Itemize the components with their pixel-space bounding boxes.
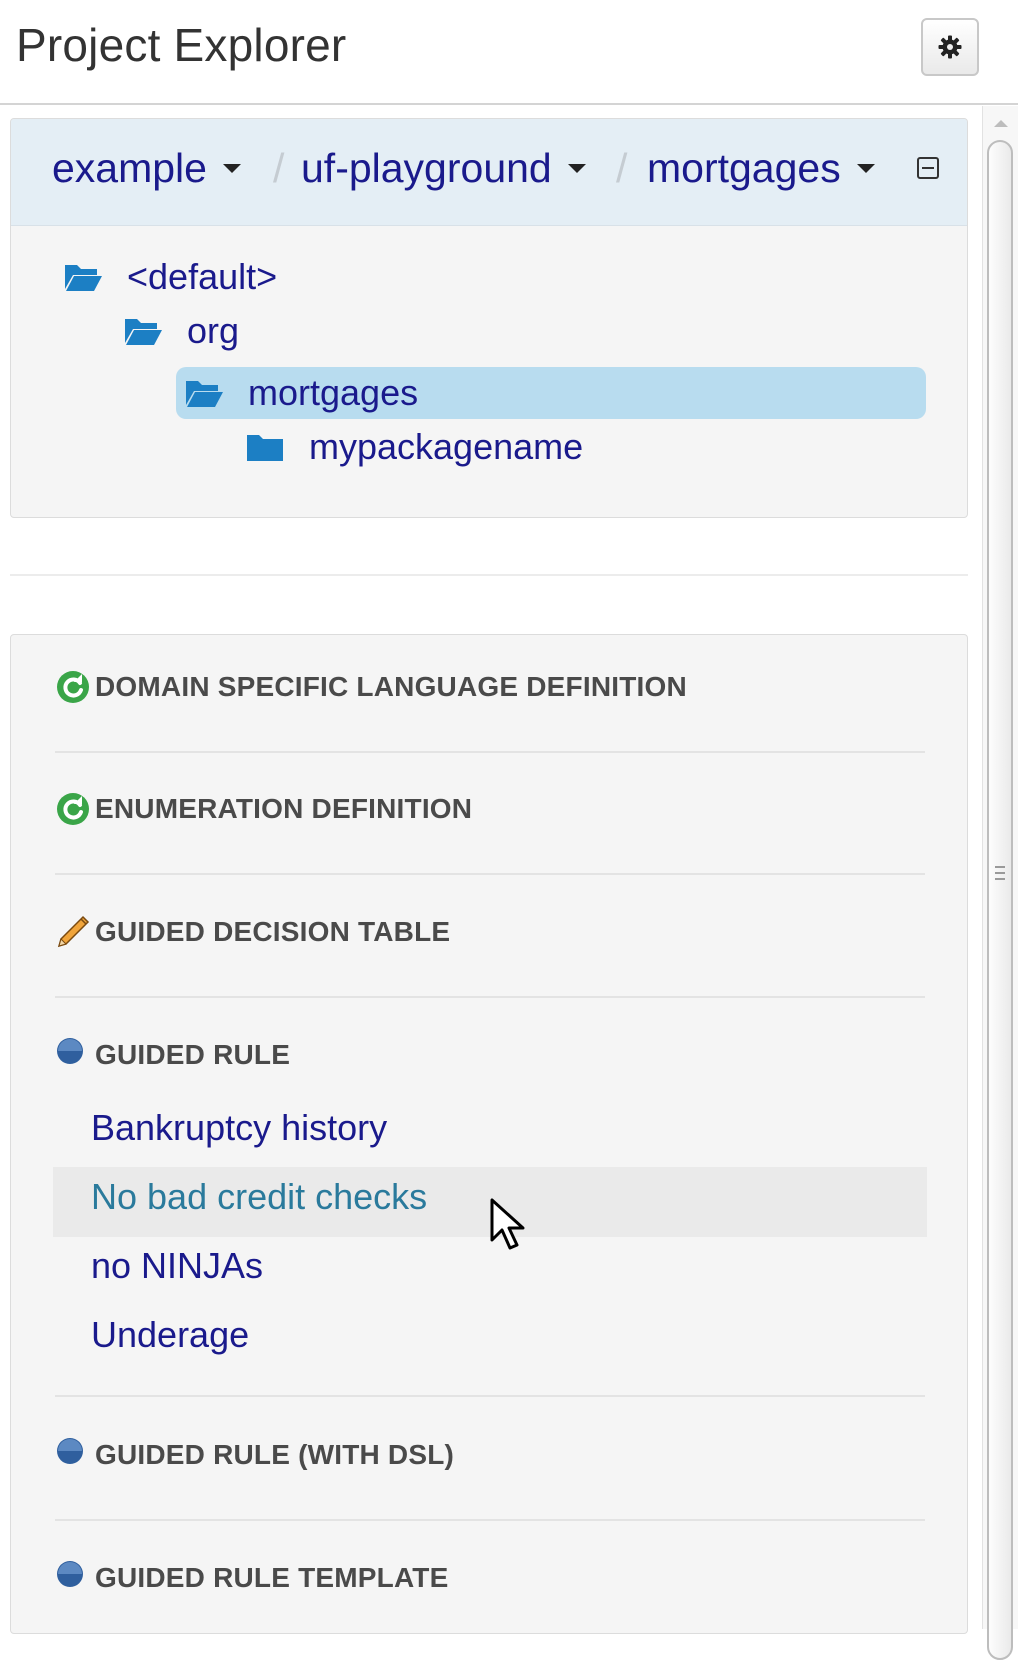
asset-item-bankruptcy-history[interactable]: Bankruptcy history	[91, 1107, 387, 1149]
mouse-cursor-icon	[490, 1198, 525, 1250]
gear-icon	[938, 35, 962, 59]
section-divider	[10, 574, 968, 576]
scroll-up-arrow-icon[interactable]	[983, 106, 1018, 140]
group-divider	[55, 751, 925, 753]
asset-item-no-ninjas[interactable]: no NINJAs	[91, 1245, 263, 1287]
panel-header: Project Explorer	[0, 0, 1018, 105]
group-divider	[55, 1519, 925, 1521]
asset-group-title: GUIDED DECISION TABLE	[95, 916, 451, 947]
tree-item-label: <default>	[127, 256, 278, 297]
asset-group-guided-rule-with-dsl[interactable]: GUIDED RULE (WITH DSL)	[55, 1437, 454, 1473]
asset-item-underage[interactable]: Underage	[91, 1314, 249, 1356]
folder-closed-icon	[247, 435, 283, 461]
asset-group-guided-rule[interactable]: GUIDED RULE	[55, 1037, 290, 1073]
pencil-icon	[57, 915, 90, 948]
green-refresh-icon	[57, 793, 89, 825]
asset-group-title: ENUMERATION DEFINITION	[95, 793, 473, 824]
group-divider	[55, 873, 925, 875]
group-divider	[55, 996, 925, 998]
tree-item-label: mypackagename	[309, 426, 584, 467]
breadcrumb: example / uf-playground / mortgages	[11, 119, 967, 226]
breadcrumb-label: mortgages	[647, 145, 841, 191]
blue-bullet-icon	[57, 1561, 83, 1587]
tree-item-mypackagename[interactable]: mypackagename	[245, 421, 583, 473]
breadcrumb-repository[interactable]: uf-playground	[301, 145, 586, 192]
asset-group-title: GUIDED RULE (WITH DSL)	[95, 1439, 455, 1470]
chevron-down-icon	[567, 164, 586, 173]
asset-group-guided-rule-template[interactable]: GUIDED RULE TEMPLATE	[55, 1560, 448, 1596]
asset-group-enumeration-definition[interactable]: ENUMERATION DEFINITION	[55, 791, 472, 827]
asset-group-guided-decision-table[interactable]: GUIDED DECISION TABLE	[55, 914, 450, 950]
group-divider	[55, 1395, 925, 1397]
breadcrumb-label: uf-playground	[301, 145, 552, 191]
asset-group-title: GUIDED RULE	[95, 1039, 291, 1070]
breadcrumb-organizational-unit[interactable]: example	[52, 145, 241, 192]
blue-bullet-icon	[57, 1038, 83, 1064]
folder-open-icon	[186, 381, 223, 407]
scrollbar-thumb[interactable]	[987, 140, 1013, 1660]
tree-item-mortgages[interactable]: mortgages	[184, 367, 418, 419]
tree-item-org[interactable]: org	[123, 305, 239, 357]
asset-group-title: DOMAIN SPECIFIC LANGUAGE DEFINITION	[95, 671, 687, 702]
settings-button[interactable]	[921, 18, 979, 76]
blue-bullet-icon	[57, 1438, 83, 1464]
chevron-down-icon	[222, 164, 241, 173]
package-explorer-panel: example / uf-playground / mortgages <def…	[10, 118, 968, 518]
vertical-scrollbar[interactable]	[982, 106, 1018, 1660]
asset-item-no-bad-credit-checks[interactable]: No bad credit checks	[91, 1176, 427, 1218]
tree-item-default[interactable]: <default>	[63, 251, 277, 303]
breadcrumb-label: example	[52, 145, 207, 191]
tree-item-label: mortgages	[248, 372, 419, 413]
green-refresh-icon	[57, 671, 89, 703]
breadcrumb-project[interactable]: mortgages	[647, 145, 875, 192]
collapse-icon[interactable]	[917, 157, 939, 179]
folder-open-icon	[125, 319, 162, 345]
tree-item-label: org	[187, 310, 240, 351]
breadcrumb-separator: /	[273, 145, 285, 191]
asset-group-dsl-definition[interactable]: DOMAIN SPECIFIC LANGUAGE DEFINITION	[55, 669, 687, 705]
panel-title: Project Explorer	[16, 19, 347, 71]
grip-icon	[995, 862, 1005, 884]
folder-open-icon	[65, 265, 102, 291]
breadcrumb-separator: /	[616, 145, 628, 191]
chevron-down-icon	[856, 164, 875, 173]
asset-group-title: GUIDED RULE TEMPLATE	[95, 1562, 449, 1593]
asset-list-panel: DOMAIN SPECIFIC LANGUAGE DEFINITION ENUM…	[10, 634, 968, 1634]
